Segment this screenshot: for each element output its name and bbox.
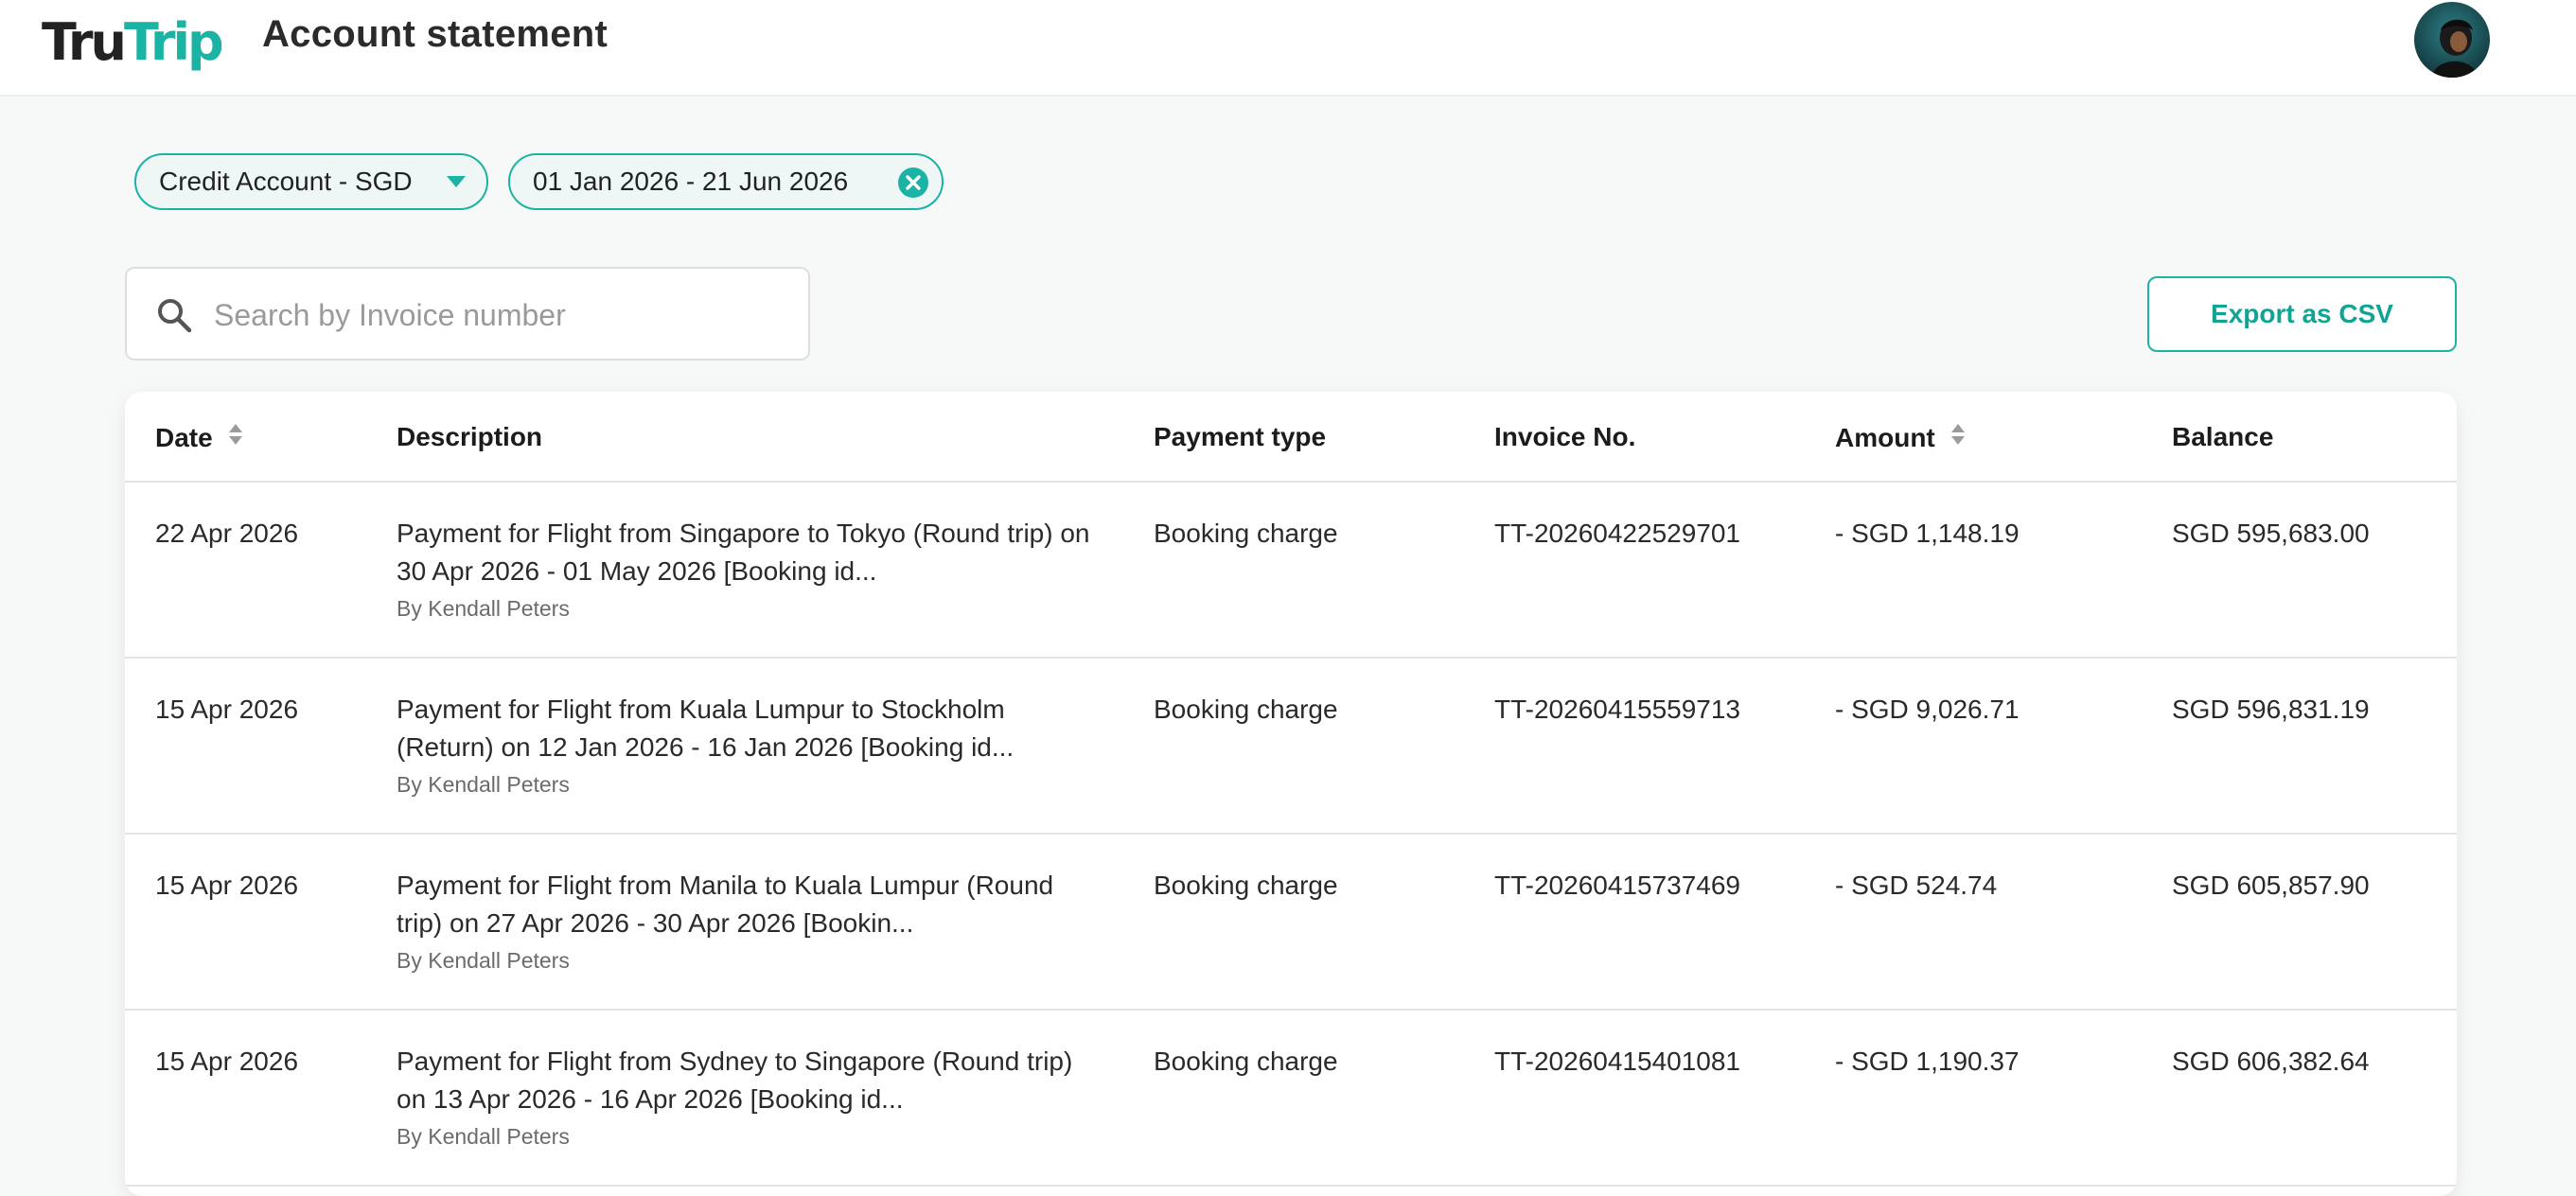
row-booked-by: By Kendall Peters — [397, 1124, 570, 1149]
search-icon — [155, 296, 193, 339]
sort-icon[interactable] — [228, 422, 243, 453]
row-description-text: Payment for Flight from Singapore to Tok… — [397, 519, 1090, 586]
row-payment-type: Booking charge — [1154, 519, 1338, 548]
date-range-filter[interactable]: 01 Jan 2026 - 21 Jun 2026 — [508, 153, 944, 210]
row-amount: - SGD 9,026.71 — [1835, 695, 2020, 724]
close-icon[interactable] — [898, 167, 928, 198]
row-payment-type: Booking charge — [1154, 695, 1338, 724]
row-invoice[interactable]: TT-20260422529701 — [1494, 515, 1740, 553]
row-description-text: Payment for Flight from Sydney to Singap… — [397, 1046, 1073, 1114]
search-input[interactable] — [212, 286, 784, 344]
table-header: Date Description Payment type Invoice No… — [125, 392, 2457, 483]
row-booked-by: By Kendall Peters — [397, 948, 570, 973]
table-row[interactable]: 15 Apr 2026 Payment for Flight from Sydn… — [125, 1011, 2457, 1187]
column-header-payment-type: Payment type — [1154, 422, 1327, 451]
sort-icon[interactable] — [1950, 422, 1966, 453]
row-payment-type: Booking charge — [1154, 1046, 1338, 1076]
row-date: 15 Apr 2026 — [155, 871, 299, 900]
row-date: 15 Apr 2026 — [155, 695, 299, 724]
table-row[interactable]: 15 Apr 2026 Payment for Flight from Kual… — [125, 659, 2457, 835]
top-bar: Tru Trip Account statement — [0, 0, 2576, 97]
table-row[interactable]: 22 Apr 2026 Payment for Flight from Sing… — [125, 483, 2457, 659]
row-amount: - SGD 1,148.19 — [1835, 519, 2020, 548]
row-description: Payment for Flight from Sydney to Singap… — [397, 1043, 1106, 1152]
statement-table: Date Description Payment type Invoice No… — [125, 392, 2457, 1196]
account-filter-dropdown[interactable]: Credit Account - SGD — [134, 153, 488, 210]
row-invoice[interactable]: TT-20260415401081 — [1494, 1043, 1740, 1081]
row-description: Payment for Flight from Singapore to Tok… — [397, 515, 1106, 624]
logo-text-trip: Trip — [123, 11, 224, 72]
trutrip-logo[interactable]: Tru Trip — [42, 6, 224, 78]
account-filter-label: Credit Account - SGD — [159, 167, 413, 196]
table-row[interactable]: 15 Apr 2026 Payment for Flight from Mani… — [125, 835, 2457, 1011]
row-balance: SGD 606,382.64 — [2172, 1046, 2370, 1076]
row-payment-type: Booking charge — [1154, 871, 1338, 900]
logo-text-tru: Tru — [42, 11, 127, 72]
column-header-description: Description — [397, 422, 543, 451]
column-header-balance: Balance — [2172, 422, 2274, 451]
column-header-amount[interactable]: Amount — [1835, 422, 1966, 453]
row-balance: SGD 595,683.00 — [2172, 519, 2370, 548]
column-header-amount-label: Amount — [1835, 422, 1935, 452]
row-description-text: Payment for Flight from Manila to Kuala … — [397, 871, 1054, 938]
avatar[interactable] — [2414, 2, 2490, 78]
row-description: Payment for Flight from Manila to Kuala … — [397, 867, 1106, 976]
row-description-text: Payment for Flight from Kuala Lumpur to … — [397, 695, 1015, 762]
row-invoice[interactable]: TT-20260415737469 — [1494, 867, 1740, 905]
row-description: Payment for Flight from Kuala Lumpur to … — [397, 691, 1106, 800]
column-header-date-label: Date — [155, 422, 213, 452]
search-field[interactable] — [125, 267, 810, 361]
row-invoice[interactable]: TT-20260415559713 — [1494, 691, 1740, 729]
column-header-invoice: Invoice No. — [1494, 422, 1636, 451]
row-booked-by: By Kendall Peters — [397, 772, 570, 797]
export-csv-button[interactable]: Export as CSV — [2147, 276, 2457, 352]
date-range-label: 01 Jan 2026 - 21 Jun 2026 — [533, 167, 849, 196]
row-balance: SGD 605,857.90 — [2172, 871, 2370, 900]
row-amount: - SGD 524.74 — [1835, 871, 1998, 900]
row-date: 15 Apr 2026 — [155, 1046, 299, 1076]
row-amount: - SGD 1,190.37 — [1835, 1046, 2020, 1076]
row-date: 22 Apr 2026 — [155, 519, 299, 548]
chevron-down-icon — [447, 176, 466, 187]
column-header-date[interactable]: Date — [155, 422, 243, 453]
avatar-photo-icon — [2414, 2, 2490, 78]
page-title: Account statement — [262, 13, 609, 55]
row-booked-by: By Kendall Peters — [397, 596, 570, 621]
row-balance: SGD 596,831.19 — [2172, 695, 2370, 724]
